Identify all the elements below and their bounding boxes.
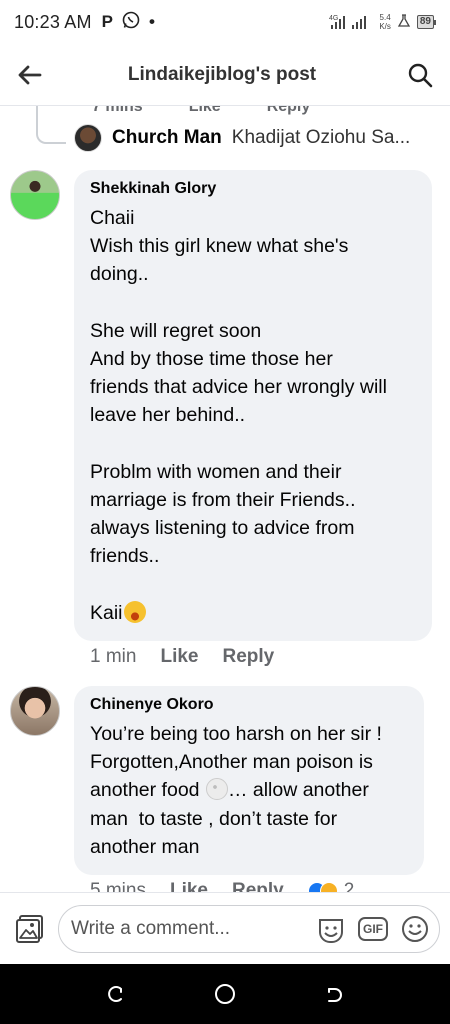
previous-reply-reply[interactable]: Reply [267,106,311,116]
recent-apps-icon [108,986,122,1002]
comment-input[interactable] [71,917,305,940]
app-header: Lindaikejiblog's post [0,44,450,106]
previous-reply-time: 7 mins [92,106,143,115]
comment: Shekkinah Glory Chaii Wish this girl kne… [10,170,432,641]
comment-actions: 5 mins Like Reply 2 [90,880,354,892]
avatar[interactable] [10,170,60,220]
photo-icon [16,914,43,943]
reply-button[interactable]: Reply [223,646,275,668]
comment-bubble[interactable]: Shekkinah Glory Chaii Wish this girl kne… [74,170,432,641]
comment-line: another man [90,835,200,858]
notification-icons: P • [102,11,155,34]
like-button[interactable]: Like [170,880,208,892]
flask-icon [397,13,411,31]
comment-line-text: … allow another [227,779,369,802]
home-circle-icon [215,984,235,1004]
comment-line: leave her behind.. [90,404,246,427]
comment-blank-line [90,430,416,458]
signal-icon: 4G [329,13,373,32]
comment-composer: GIF [0,892,450,964]
page-title: Lindaikejiblog's post [127,63,317,85]
battery-level: 89 [416,15,434,29]
avatar[interactable] [10,686,60,736]
comment-input-container[interactable]: GIF [58,904,440,953]
haha-reaction-icon [319,882,338,892]
comment-line: Wish this girl knew what she's [90,235,349,258]
reply-connector-line [36,106,66,144]
add-photo-button[interactable] [10,909,50,949]
comment-line: You’re being too harsh on her sir ! [90,723,382,745]
sticker-icon [319,918,343,943]
comment-time: 5 mins [90,880,146,892]
comment-line-text: Kaii [90,601,123,624]
svg-text:4G: 4G [329,15,338,22]
battery-indicator: 89 [416,15,436,29]
emoji-button[interactable] [399,913,431,945]
comment-author[interactable]: Chinenye Okoro [90,696,408,714]
status-time: 10:23 AM [14,11,92,32]
new-moon-face-emoji-icon [205,778,228,801]
comment-line: marriage is from their Friends.. [90,489,356,511]
home-button[interactable] [205,974,245,1014]
more-notifications-dot: • [149,12,155,31]
pinterest-notification-icon: P [101,12,113,31]
back-nav-button[interactable] [315,974,355,1014]
comment-blank-line [90,289,416,317]
reply-author[interactable]: Church Man [112,127,222,149]
comment-line-with-emoji: another food … allow another [90,776,408,804]
system-nav-bar [0,964,450,1024]
search-icon [408,63,433,87]
comment-author[interactable]: Shekkinah Glory [90,180,416,198]
comment-line: Chaii [90,207,135,229]
comment-line: And by those time those her [90,348,333,370]
status-right: 4G 4G 5.4 K/s 89 [329,13,436,32]
comment-actions: 1 min Like Reply [90,646,274,668]
avatar[interactable] [74,124,102,152]
battery-tip [434,19,436,25]
comment-blank-line [90,571,416,599]
like-button[interactable]: Like [160,646,198,668]
yawning-face-emoji-icon [123,600,146,623]
gif-icon: GIF [358,916,388,941]
comment-line: friends that advice her wrongly will [90,376,387,399]
comment-time: 1 min [90,646,137,667]
comment-bubble[interactable]: Chinenye Okoro You’re being too harsh on… [74,686,424,876]
back-arrow-icon [18,65,42,84]
back-button[interactable] [0,44,60,106]
comment-line: Problm with women and their [90,460,342,483]
comment-line: doing.. [90,263,149,286]
comment-line-text: another food [90,779,200,802]
comment-line: always listening to advice from [90,517,355,540]
emoji-icon [402,915,428,942]
previous-reply-actions: 7 mins Like Reply [92,106,310,116]
reply-preview[interactable]: Church Man Khadijat Oziohu Sa... [74,124,410,152]
comment-thread[interactable]: 7 mins Like Reply Church Man Khadijat Oz… [0,106,450,892]
comment: Chinenye Okoro You’re being too harsh on… [10,686,424,876]
reaction-count: 2 [343,880,355,892]
reaction-icons [307,882,338,892]
back-nav-icon [328,988,342,1002]
comment-line: She will regret soon [90,319,262,342]
recent-apps-button[interactable] [95,974,135,1014]
sticker-button[interactable] [315,913,347,945]
previous-reply-like[interactable]: Like [189,106,221,116]
comment-line-last: Kaii [90,599,416,627]
reply-snippet[interactable]: Khadijat Oziohu Sa... [232,127,411,149]
reply-button[interactable]: Reply [232,880,284,892]
search-button[interactable] [390,44,450,106]
data-speed: 5.4 K/s [379,13,391,31]
whatsapp-icon [122,11,140,34]
status-bar: 10:23 AM P • 4G 4G 5.4 K/s 89 [0,0,450,44]
comment-line: Forgotten,Another man poison is [90,751,373,774]
comment-line: friends.. [90,545,160,568]
comment-line: man to taste , don’t taste for [90,807,338,830]
gif-button[interactable]: GIF [357,913,389,945]
reaction-summary[interactable]: 2 [307,880,355,892]
